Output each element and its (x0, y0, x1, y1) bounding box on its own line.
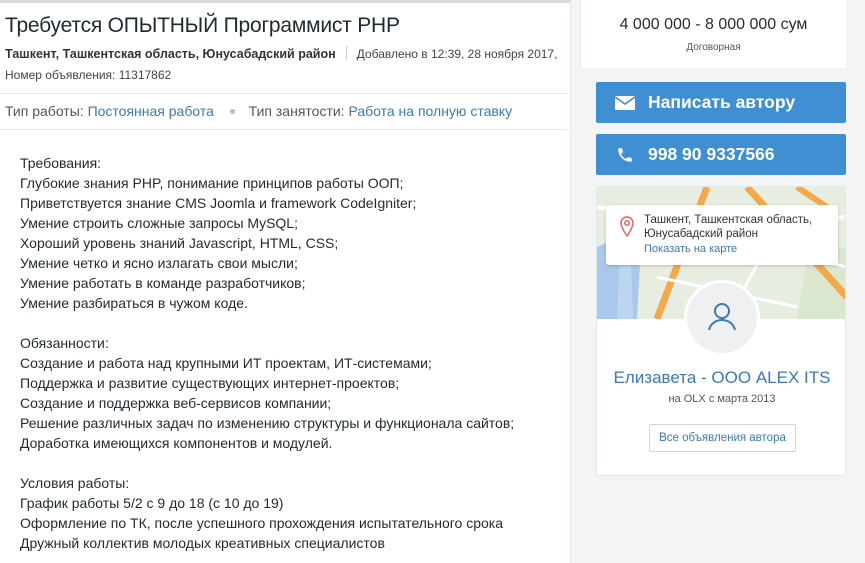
ad-description: Требования: Глубокие знания PHP, понимани… (20, 153, 514, 553)
description-line (20, 453, 514, 473)
employment-label: Тип занятости: (248, 103, 345, 119)
phone-icon (614, 145, 636, 165)
employment-link[interactable]: Работа на полную ставку (348, 103, 512, 119)
envelope-icon (614, 93, 636, 113)
description-line: Создание и работа над крупными ИТ проект… (20, 355, 432, 371)
price-box: 4 000 000 - 8 000 000 сум Договорная (580, 0, 846, 68)
map-pin-icon (620, 216, 634, 243)
description-line: Умение работать в команде разработчиков; (20, 275, 306, 291)
description-line: Глубокие знания PHP, понимание принципов… (20, 175, 404, 191)
description-line: Оформление по ТК, после успешного прохож… (20, 515, 504, 531)
description-line: Поддержка и развитие существующих интерн… (20, 375, 400, 391)
dot-separator (229, 109, 235, 114)
ad-content: Требуется ОПЫТНЫЙ Программист PHP Ташкен… (0, 0, 571, 563)
write-to-author-button[interactable]: Написать автору (596, 82, 846, 123)
ad-location: Ташкент, Ташкентская область, Юнусабадск… (5, 47, 336, 61)
user-icon (705, 299, 739, 338)
map-address: Ташкент, Ташкентская область, Юнусабадск… (644, 214, 813, 240)
all-ads-button[interactable]: Все объявления автора (649, 424, 796, 452)
description-line (20, 313, 514, 333)
work-type-label: Тип работы: (5, 103, 84, 119)
price: 4 000 000 - 8 000 000 сум (619, 16, 808, 33)
description-line: График работы 5/2 с 9 до 18 (с 10 до 19) (20, 495, 284, 511)
show-on-map-link[interactable]: Показать на карте (644, 243, 737, 255)
price-note: Договорная (686, 42, 741, 53)
description-line: Обязанности: (20, 335, 109, 351)
ad-number: Номер объявления: 11317862 (5, 68, 172, 82)
description-line: Решение различных задач по изменению стр… (20, 415, 515, 431)
avatar[interactable] (684, 280, 760, 356)
divider (0, 129, 571, 130)
description-line: Требования: (20, 155, 102, 171)
description-line: Хороший уровень знаний Javascript, HTML,… (20, 235, 339, 251)
description-line: Умение четко и ясно излагать свои мысли; (20, 255, 298, 271)
seller-name[interactable]: Елизавета - ООО ALEX ITS (597, 368, 845, 388)
location-popup: Ташкент, Ташкентская область, Юнусабадск… (606, 205, 838, 265)
seller-card: Ташкент, Ташкентская область, Юнусабадск… (596, 186, 846, 476)
ad-title: Требуется ОПЫТНЫЙ Программист PHP (5, 14, 400, 37)
description-line: Условия работы: (20, 475, 130, 491)
meta-separator (345, 46, 347, 60)
ad-added-date: Добавлено в 12:39, 28 ноября 2017, (356, 47, 558, 61)
description-line: Приветствуется знание CMS Joomla и frame… (20, 195, 417, 211)
phone-number: 998 90 9337566 (648, 144, 775, 164)
description-line: Умение разбираться в чужом коде. (20, 295, 248, 311)
description-line: Доработка имеющихся компонентов и модуле… (20, 435, 333, 451)
seller-since: на OLX с марта 2013 (668, 393, 776, 405)
description-line: Дружный коллектив молодых креативных спе… (20, 535, 385, 551)
write-to-author-label: Написать автору (648, 92, 796, 112)
work-type-link[interactable]: Постоянная работа (88, 103, 214, 119)
description-line: Создание и поддержка веб-сервисов компан… (20, 395, 332, 411)
divider (0, 93, 571, 94)
top-border (0, 0, 571, 3)
phone-button[interactable]: 998 90 9337566 (596, 134, 846, 175)
description-line: Умение строить сложные запросы MySQL; (20, 215, 298, 231)
ad-properties: Тип работы: Постоянная работа Тип занято… (5, 103, 512, 119)
ad-meta: Ташкент, Ташкентская область, Юнусабадск… (5, 46, 557, 61)
